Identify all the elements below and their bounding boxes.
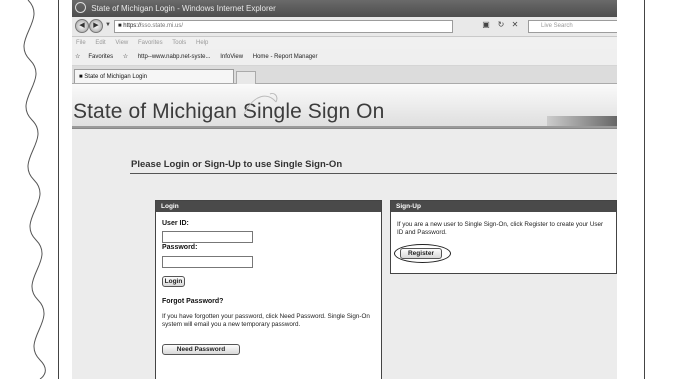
url-host: sso.state.mi.us/ [141,23,183,29]
frame-line-right [644,0,645,379]
banner-swoosh-icon [243,93,278,115]
site-banner: State of Michigan Single Sign On [72,84,617,129]
search-placeholder: Live Search [541,23,573,29]
tab-bar: ■ State of Michigan Login [72,66,617,84]
signup-text: If you are a new user to Single Sign-On,… [397,221,604,236]
forgot-password-heading: Forgot Password? [162,298,224,305]
url-scheme: https:// [123,23,142,29]
user-id-input[interactable] [162,231,253,243]
password-label: Password: [162,244,198,251]
favorite-link-nabp[interactable]: http--www.nabp.net-syste... [138,54,211,60]
favorite-link-report-manager[interactable]: Home - Report Manager [253,54,318,60]
add-favorite-icon[interactable]: ☆ [123,54,128,60]
ie-logo-icon [75,2,86,13]
favorites-star-icon[interactable]: ☆ [75,54,80,60]
user-id-label: User ID: [162,220,189,227]
forward-icon[interactable]: ▶ [89,19,103,33]
signup-panel-header: Sign-Up [391,201,616,212]
password-input[interactable] [162,256,253,268]
heading-divider [130,173,617,174]
favorites-bar: ☆ Favorites ☆ http--www.nabp.net-syste...… [72,49,617,66]
window-titlebar: State of Michigan Login - Windows Intern… [72,0,617,17]
login-button[interactable]: Login [162,276,185,287]
favorite-link-infoview[interactable]: InfoView [220,54,243,60]
page-heading: Please Login or Sign-Up to use Single Si… [131,159,343,170]
search-input[interactable]: Live Search [528,20,617,33]
menu-help[interactable]: Help [196,40,208,46]
menu-favorites[interactable]: Favorites [138,40,163,46]
need-password-button[interactable]: Need Password [162,344,240,355]
banner-divider [72,126,617,128]
login-panel: Login User ID: Password: Login Forgot Pa… [155,200,382,379]
tab-state-of-michigan-login[interactable]: ■ State of Michigan Login [74,69,234,83]
frame-line-left [58,0,59,379]
menu-view[interactable]: View [115,40,128,46]
window-title: State of Michigan Login - Windows Intern… [91,4,276,13]
menu-edit[interactable]: Edit [95,40,105,46]
stop-icon[interactable]: ✕ [510,20,520,30]
menu-file[interactable]: File [76,40,86,46]
tab-title: State of Michigan Login [84,74,148,80]
torn-page-edge [23,0,46,379]
history-dropdown-icon[interactable]: ▼ [103,20,113,30]
lock-icon[interactable]: ▣ [481,20,491,30]
new-tab-button[interactable] [236,71,256,84]
login-panel-header: Login [156,201,381,212]
url-field[interactable]: ■ https://sso.state.mi.us/ [114,20,453,33]
browser-window: State of Michigan Login - Windows Intern… [72,0,617,379]
register-button[interactable]: Register [400,248,442,259]
menu-tools[interactable]: Tools [172,40,186,46]
forgot-password-text: If you have forgotten your password, cli… [162,313,370,328]
refresh-icon[interactable]: ↻ [496,20,506,30]
back-icon[interactable]: ◀ [75,19,89,33]
favorites-button[interactable]: Favorites [88,54,113,60]
menu-bar: File Edit View Favorites Tools Help [72,37,617,49]
address-bar: ◀ ▶ ▼ ■ https://sso.state.mi.us/ ▣ ↻ ✕ L… [72,17,617,37]
page-content: State of Michigan Single Sign On Please … [72,84,617,379]
signup-panel: Sign-Up If you are a new user to Single … [390,200,617,274]
